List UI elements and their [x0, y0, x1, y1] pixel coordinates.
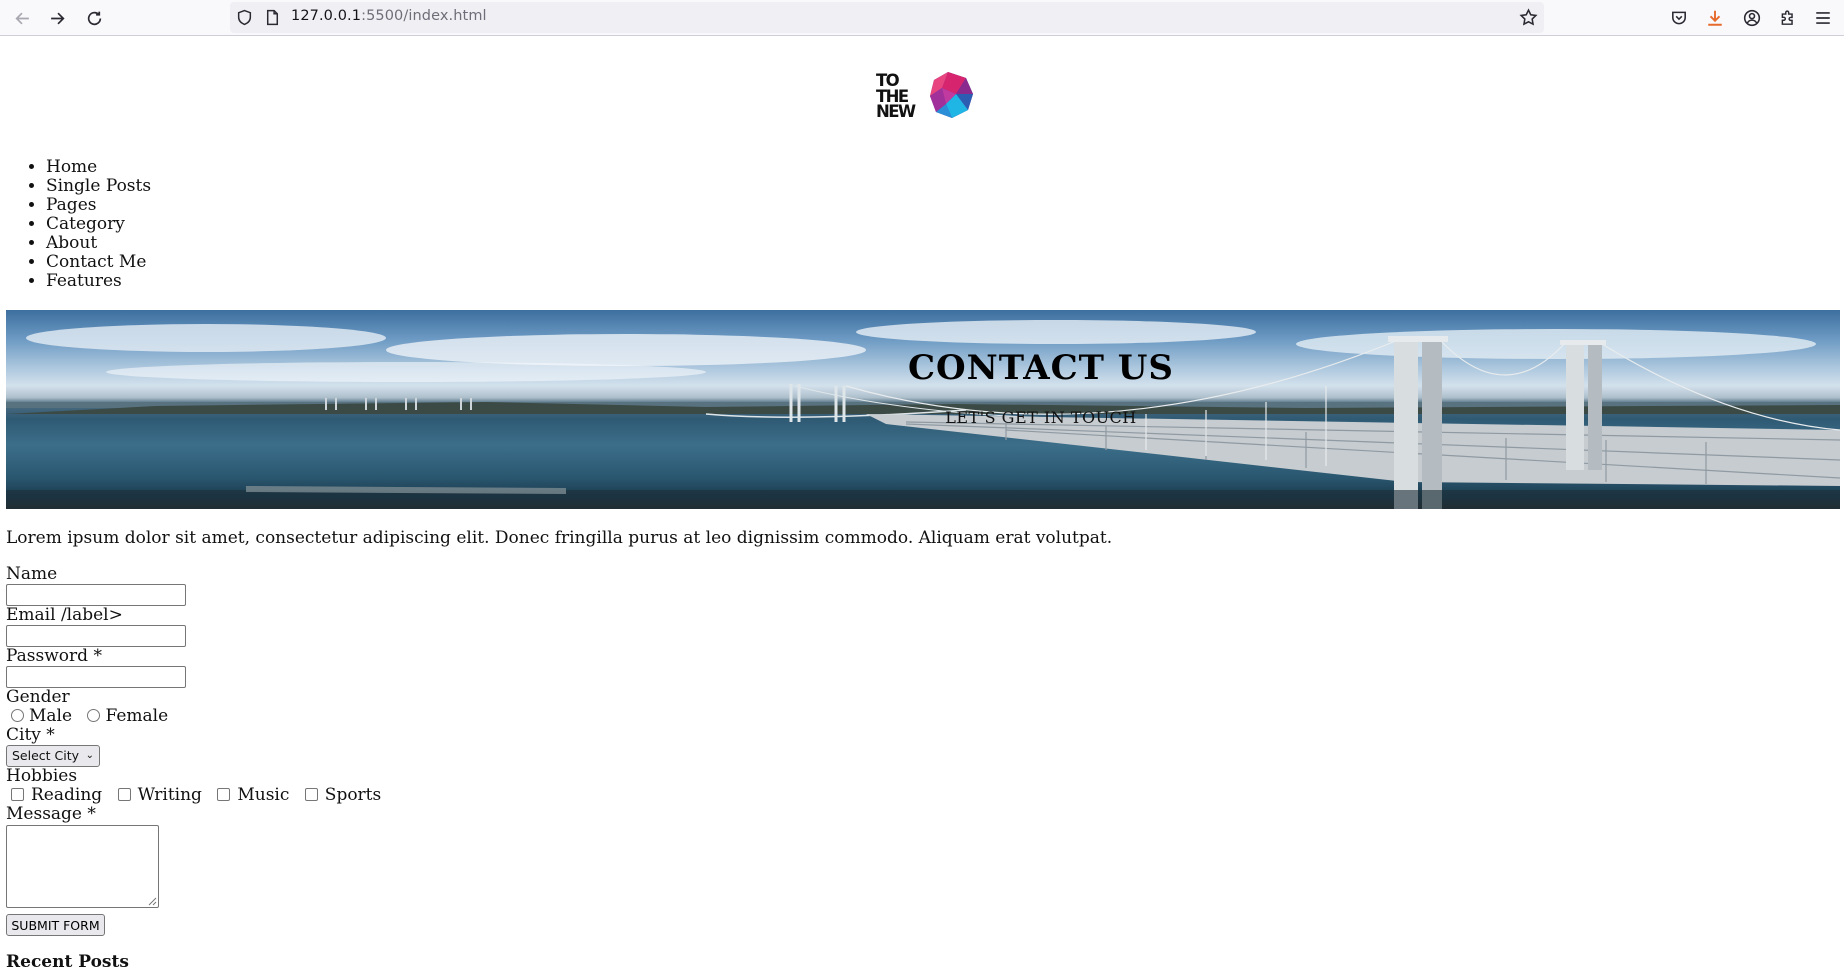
forward-button[interactable] — [42, 3, 72, 33]
page-subtitle: LET'S GET IN TOUCH — [945, 408, 1137, 427]
logo-wordmark: TO THE NEW — [876, 71, 916, 121]
email-input[interactable] — [6, 625, 186, 647]
nav-item-about[interactable]: About — [46, 234, 151, 253]
logo-mark-icon — [930, 72, 973, 118]
pocket-button[interactable] — [1667, 6, 1691, 30]
account-button[interactable] — [1740, 6, 1764, 30]
message-textarea[interactable] — [6, 825, 159, 908]
hamburger-menu-icon — [1816, 12, 1830, 24]
hobby-reading-checkbox[interactable] — [11, 788, 24, 801]
site-logo[interactable]: TO THE NEW — [876, 70, 976, 122]
recent-posts-heading: Recent Posts — [6, 952, 129, 972]
reload-icon — [87, 11, 101, 25]
hobbies-label: Hobbies — [6, 766, 78, 786]
hero-banner: CONTACT US LET'S GET IN TOUCH — [6, 310, 1840, 509]
resize-handle-icon[interactable] — [147, 896, 157, 906]
nav-item-category[interactable]: Category — [46, 215, 151, 234]
main-navigation: Home Single Posts Pages Category About C… — [6, 158, 151, 291]
account-icon — [1743, 9, 1761, 27]
gender-label: Gender — [6, 687, 70, 707]
password-input[interactable] — [6, 666, 186, 688]
nav-item-features[interactable]: Features — [46, 272, 151, 291]
submit-form-button[interactable]: SUBMIT FORM — [6, 914, 105, 936]
page-icon[interactable] — [264, 9, 281, 26]
gender-options: Male Female — [6, 706, 168, 726]
hobby-music-label[interactable]: Music — [237, 785, 289, 805]
email-label: Email /label> — [6, 605, 123, 625]
app-menu-button[interactable] — [1811, 6, 1835, 30]
hobbies-options: Reading Writing Music Sports — [6, 785, 381, 805]
name-input[interactable] — [6, 584, 186, 606]
back-button[interactable] — [7, 3, 37, 33]
url-text[interactable]: 127.0.0.1:5500/index.html — [291, 8, 487, 24]
puzzle-icon — [1781, 10, 1793, 25]
gender-male-label[interactable]: Male — [29, 706, 72, 726]
chevron-down-icon: ⌄ — [85, 750, 94, 761]
nav-item-pages[interactable]: Pages — [46, 196, 151, 215]
browser-toolbar: 127.0.0.1:5500/index.html — [0, 0, 1844, 36]
arrow-right-icon — [50, 12, 65, 24]
star-icon[interactable] — [1519, 8, 1538, 27]
city-label: City * — [6, 725, 55, 745]
gender-male-radio[interactable] — [11, 709, 24, 722]
message-label: Message * — [6, 804, 96, 824]
name-label: Name — [6, 564, 58, 584]
download-icon — [1708, 10, 1722, 26]
hobby-reading-label[interactable]: Reading — [31, 785, 102, 805]
page-title: CONTACT US — [908, 348, 1174, 388]
shield-icon[interactable] — [236, 9, 253, 26]
password-label: Password * — [6, 646, 102, 666]
arrow-left-icon — [14, 12, 29, 24]
nav-item-contact-me[interactable]: Contact Me — [46, 253, 151, 272]
address-bar[interactable]: 127.0.0.1:5500/index.html — [230, 2, 1544, 33]
city-select[interactable]: Select City ⌄ — [6, 745, 100, 767]
hobby-sports-label[interactable]: Sports — [325, 785, 381, 805]
nav-item-home[interactable]: Home — [46, 158, 151, 177]
gender-female-label[interactable]: Female — [105, 706, 168, 726]
gender-female-radio[interactable] — [87, 709, 101, 722]
hobby-music-checkbox[interactable] — [217, 788, 231, 801]
intro-paragraph: Lorem ipsum dolor sit amet, consectetur … — [6, 528, 1113, 548]
city-select-value: Select City — [12, 748, 80, 763]
downloads-button[interactable] — [1703, 6, 1727, 30]
hobby-writing-label[interactable]: Writing — [138, 785, 202, 805]
nav-item-single-posts[interactable]: Single Posts — [46, 177, 151, 196]
hobby-sports-checkbox[interactable] — [304, 788, 318, 801]
reload-button[interactable] — [79, 3, 109, 33]
hobby-writing-checkbox[interactable] — [117, 788, 131, 801]
extensions-button[interactable] — [1776, 6, 1800, 30]
pocket-icon — [1672, 11, 1686, 25]
